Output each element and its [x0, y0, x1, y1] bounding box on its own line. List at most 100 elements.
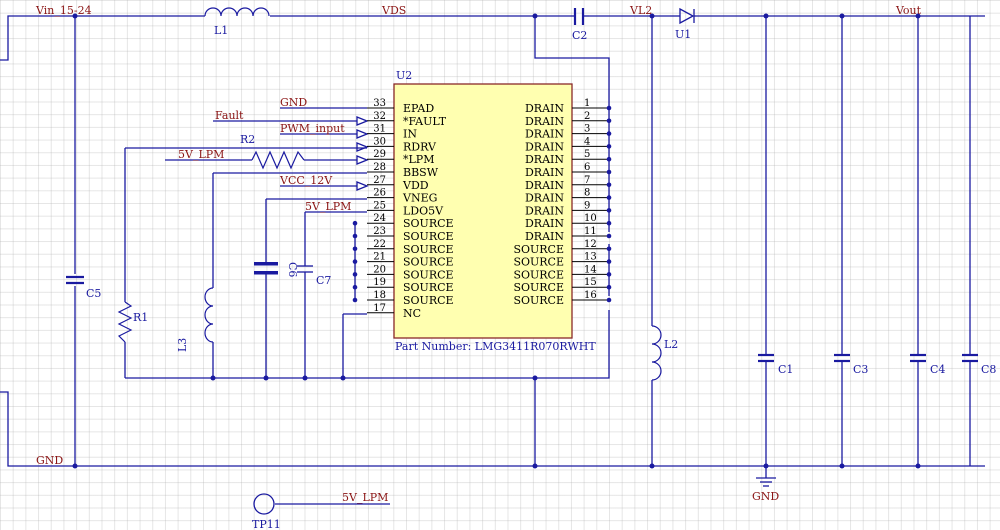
resistor-r1[interactable] [117, 301, 133, 343]
designator-c2: C2 [572, 29, 587, 42]
inductor-l2[interactable] [651, 325, 662, 381]
designator-u1: U1 [675, 28, 691, 41]
ic-pin-name: SOURCE [513, 281, 564, 294]
ic-pin-name: RDRV [403, 140, 437, 153]
ic-pin-name: SOURCE [403, 281, 454, 294]
ic-pin-junction [606, 169, 612, 175]
inductor-l1[interactable] [204, 7, 270, 17]
diode-u1[interactable] [670, 7, 696, 25]
ic-pin-junction [606, 131, 612, 136]
ic-pin-name: DRAIN [525, 128, 564, 141]
ic-pin-name: IN [403, 128, 417, 141]
designator-l3: L3 [176, 338, 189, 352]
ic-pin-number: 15 [584, 277, 597, 288]
capacitor-c4[interactable] [910, 353, 926, 363]
designator-r2: R2 [240, 133, 255, 146]
ic-pin-name: DRAIN [525, 230, 564, 243]
ic-pin-junction [606, 246, 612, 252]
net-label-vout: Vout [895, 4, 922, 17]
designator-u2: U2 [396, 69, 412, 82]
test-point-tp11[interactable] [253, 493, 275, 515]
ic-pin-junction [606, 297, 612, 303]
ic-pin-junction [352, 259, 358, 264]
ic-pin-name: SOURCE [403, 243, 454, 256]
ic-pin-name: *FAULT [403, 115, 447, 128]
net-label-gnd-symbol: GND [752, 490, 779, 503]
ic-pin-number: 30 [373, 136, 386, 147]
net-label-gnd-rail: GND [36, 454, 63, 467]
ic-pin-name: DRAIN [525, 166, 564, 179]
ic-pin-junction [606, 272, 612, 277]
ic-pin-number: 14 [584, 264, 597, 275]
ic-pin-name: *LPM [403, 153, 434, 166]
ic-pin-junction [606, 182, 612, 188]
left-edge-connectors [0, 15, 24, 467]
designator-c8: C8 [981, 363, 996, 376]
capacitor-c3[interactable] [834, 353, 850, 363]
ic-pin-name: VDD [402, 179, 429, 192]
ic-pin-number: 10 [584, 213, 597, 224]
net-label-lpm: 5V_LPM [178, 148, 224, 161]
ic-pin-number: 24 [373, 213, 386, 224]
inductor-l3[interactable] [204, 287, 214, 343]
ic-pin-junction [606, 259, 612, 264]
ic-pin-name: SOURCE [403, 217, 454, 230]
ic-pin-name: SOURCE [513, 268, 564, 281]
capacitor-c2[interactable] [570, 8, 589, 25]
ic-pin-junction [352, 297, 358, 303]
ic-pin-number: 26 [373, 188, 386, 199]
ic-pin-number: 18 [373, 290, 386, 301]
ic-pin-number: 11 [584, 226, 597, 237]
ic-pin-name: DRAIN [525, 204, 564, 217]
capacitor-c5[interactable] [66, 275, 84, 285]
ic-pin-junction [352, 284, 358, 290]
ic-pin-number: 4 [584, 136, 590, 147]
ic-pin-name: VNEG [402, 192, 437, 205]
ic-pin-name: SOURCE [403, 230, 454, 243]
ground-symbol [756, 466, 776, 487]
net-label-lpm-ldo: 5V_LPM [305, 200, 351, 213]
ic-pin-number: 25 [373, 200, 386, 211]
capacitor-c1[interactable] [758, 353, 774, 363]
net-label-vin: Vin_15-24 [35, 4, 92, 17]
ic-pin-number: 20 [373, 264, 386, 275]
capacitor-c8[interactable] [962, 353, 978, 363]
designator-c7: C7 [316, 274, 331, 287]
ic-pin-number: 21 [373, 252, 386, 263]
ic-pin-number: 3 [584, 124, 590, 135]
ic-pin-name: EPAD [403, 102, 434, 115]
capacitor-c6[interactable] [254, 262, 278, 275]
net-label-fault: Fault [215, 109, 244, 122]
designator-l1: L1 [214, 24, 228, 37]
ic-pin-junction [606, 284, 612, 290]
ic-pin-junction [606, 233, 612, 239]
ic-pin-name: DRAIN [525, 192, 564, 205]
ic-pin-number: 7 [584, 175, 590, 186]
ic-pin-number: 19 [373, 277, 386, 288]
ic-pin-name: BBSW [403, 166, 439, 179]
ic-pin-name: DRAIN [525, 140, 564, 153]
ic-pin-number: 2 [584, 111, 590, 122]
ic-pin-number: 13 [584, 252, 597, 263]
designator-c1: C1 [778, 363, 793, 376]
schematic-canvas: 33 EPAD32 *FAULT31 IN30 RDRV29 *LPM28 BBSW27 VD… [0, 4, 996, 530]
ic-pin-junction [606, 156, 612, 162]
designator-tp11: TP11 [252, 518, 281, 530]
ic-pin-name: SOURCE [513, 294, 564, 307]
ic-pin-name: DRAIN [525, 217, 564, 230]
designator-l2: L2 [664, 338, 678, 351]
designator-c5: C5 [86, 287, 101, 300]
ic-pin-number: 1 [584, 98, 590, 109]
ic-pin-name: DRAIN [525, 179, 564, 192]
ic-pin-name: DRAIN [525, 115, 564, 128]
net-label-vds: VDS [381, 4, 406, 17]
ic-pin-name: SOURCE [513, 256, 564, 269]
designator-r1: R1 [133, 311, 148, 324]
ic-pin-number: 29 [373, 149, 386, 160]
ic-pin-number: 16 [584, 290, 597, 301]
net-label-vl2: VL2 [629, 4, 652, 17]
ic-pin-junction [606, 195, 612, 200]
ic-pin-number: 23 [373, 226, 386, 237]
resistor-r2[interactable] [251, 150, 305, 170]
designator-c4: C4 [930, 363, 945, 376]
